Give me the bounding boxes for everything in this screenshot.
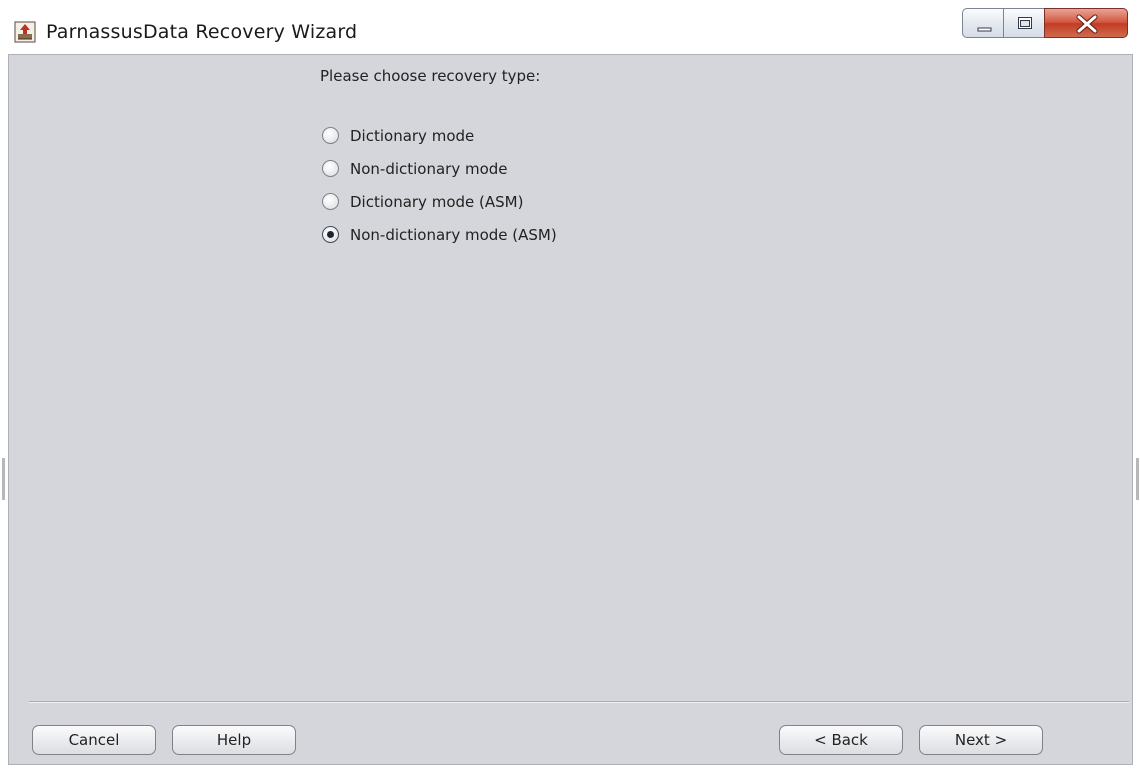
recovery-type-options: Dictionary mode Non-dictionary mode Dict…	[322, 119, 557, 251]
maximize-icon	[1018, 17, 1032, 29]
right-resize-edge[interactable]	[1136, 458, 1139, 500]
app-icon[interactable]	[14, 21, 36, 43]
recovery-type-prompt: Please choose recovery type:	[320, 67, 541, 85]
window-title: ParnassusData Recovery Wizard	[46, 21, 358, 43]
radio-option-dictionary-mode[interactable]: Dictionary mode	[322, 119, 557, 152]
window-controls	[962, 8, 1132, 40]
maximize-button[interactable]	[1003, 8, 1045, 38]
radio-label[interactable]: Non-dictionary mode	[350, 160, 508, 178]
radio-button[interactable]	[322, 127, 339, 144]
radio-option-non-dictionary-mode-asm[interactable]: Non-dictionary mode (ASM)	[322, 218, 557, 251]
radio-button[interactable]	[322, 193, 339, 210]
radio-label[interactable]: Dictionary mode (ASM)	[350, 193, 523, 211]
close-icon	[1076, 14, 1098, 34]
button-separator	[29, 701, 1129, 703]
left-resize-edge[interactable]	[2, 458, 5, 500]
close-button[interactable]	[1044, 8, 1128, 38]
radio-label[interactable]: Dictionary mode	[350, 127, 474, 145]
minimize-icon	[977, 27, 992, 32]
radio-selected-dot	[327, 231, 334, 238]
back-button[interactable]: < Back	[779, 725, 903, 755]
wizard-panel: Please choose recovery type: Dictionary …	[8, 54, 1133, 765]
radio-button[interactable]	[322, 160, 339, 177]
help-button[interactable]: Help	[172, 725, 296, 755]
title-bar[interactable]: ParnassusData Recovery Wizard	[0, 0, 1140, 54]
next-button[interactable]: Next >	[919, 725, 1043, 755]
radio-option-non-dictionary-mode[interactable]: Non-dictionary mode	[322, 152, 557, 185]
wizard-window: ParnassusData Recovery Wizard Please cho…	[0, 0, 1140, 773]
radio-button-selected[interactable]	[322, 226, 339, 243]
radio-label[interactable]: Non-dictionary mode (ASM)	[350, 226, 557, 244]
minimize-button[interactable]	[962, 8, 1004, 38]
cancel-button[interactable]: Cancel	[32, 725, 156, 755]
radio-option-dictionary-mode-asm[interactable]: Dictionary mode (ASM)	[322, 185, 557, 218]
